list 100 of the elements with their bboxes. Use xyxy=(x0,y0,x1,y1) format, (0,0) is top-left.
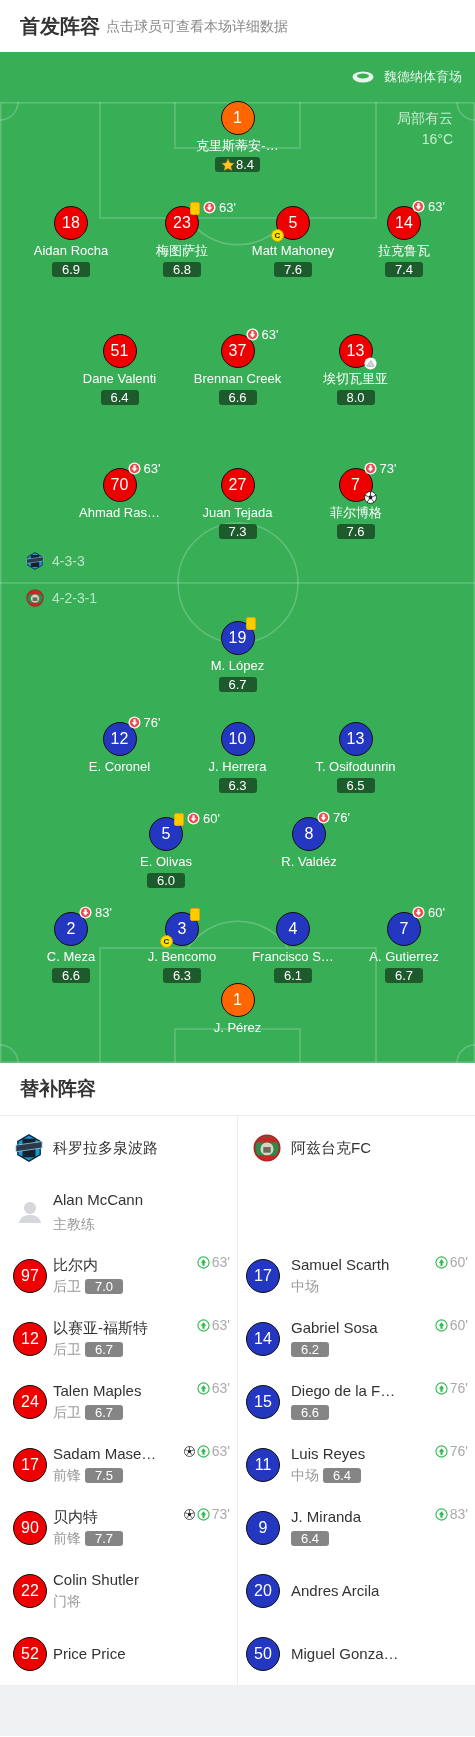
player-rating: 6.3 xyxy=(163,968,201,983)
player-position: 中场 xyxy=(291,1279,319,1293)
player-number[interactable]: 12 xyxy=(13,1321,47,1356)
player-marker[interactable]: 4 xyxy=(276,912,310,946)
star-icon xyxy=(220,157,235,172)
team-logo xyxy=(26,589,44,607)
substitution-minute: 63' xyxy=(143,462,161,475)
player-rating: 6.7 xyxy=(85,1341,123,1357)
player-name: Aidan Rocha xyxy=(33,243,109,259)
player-marker[interactable]: 5 xyxy=(149,817,183,851)
player-number[interactable]: 15 xyxy=(246,1384,280,1419)
substitution-in-icon xyxy=(196,1255,210,1269)
team-name: 科罗拉多泉波路 xyxy=(53,1137,158,1158)
player-marker[interactable]: 19 xyxy=(220,621,255,655)
team-name: 阿兹台克FC xyxy=(291,1137,371,1158)
player-name: Luis Reyes xyxy=(291,1445,366,1463)
player-number[interactable]: 22 xyxy=(13,1573,47,1608)
player-name: M. López xyxy=(210,658,265,674)
player-number[interactable]: 14 xyxy=(246,1321,280,1356)
player-rating: 6.6 xyxy=(52,968,90,983)
player-position: 中场 xyxy=(291,1468,319,1482)
team-logo xyxy=(15,1134,43,1162)
coach-name: Alan McCann xyxy=(53,1191,144,1209)
player-number[interactable]: 97 xyxy=(13,1258,47,1293)
player-marker[interactable]: 1 xyxy=(220,983,255,1017)
player-name: Ahmad Ras… xyxy=(79,505,160,521)
player-rating: 6.6 xyxy=(218,390,257,405)
substitution-minute: 76' xyxy=(449,1444,468,1458)
captain-badge: C xyxy=(271,229,284,242)
player-position: 前锋 xyxy=(53,1531,81,1545)
player-marker[interactable]: 37 xyxy=(220,334,255,368)
player-rating: 6.0 xyxy=(147,873,185,888)
player-marker[interactable]: 13 xyxy=(338,722,373,756)
player-marker[interactable]: 23 xyxy=(165,206,199,240)
player-name: Matt Mahoney xyxy=(251,243,335,259)
player-number[interactable]: 17 xyxy=(13,1447,47,1482)
player-marker[interactable]: 7 xyxy=(387,912,421,946)
player-number[interactable]: 24 xyxy=(13,1384,47,1419)
player-position: 后卫 xyxy=(53,1342,81,1356)
player-number[interactable]: 11 xyxy=(246,1447,280,1482)
player-number[interactable]: 17 xyxy=(246,1258,280,1293)
player-name: 克里斯蒂安-… xyxy=(196,138,279,154)
player-name: Andres Arcila xyxy=(291,1581,380,1600)
player-number[interactable]: 9 xyxy=(246,1510,280,1545)
player-number[interactable]: 52 xyxy=(13,1636,47,1671)
substitution-minute: 63' xyxy=(261,328,279,341)
player-marker[interactable]: 10 xyxy=(220,722,255,756)
player-name: Samuel Scarth xyxy=(291,1256,390,1274)
player-name: Talen Maples xyxy=(53,1382,142,1400)
weather: 局部有云 xyxy=(397,109,453,127)
player-marker[interactable]: 12 xyxy=(102,722,137,756)
player-rating: 6.7 xyxy=(85,1404,123,1420)
player-name: T. Osifodunrin xyxy=(315,759,396,775)
player-marker[interactable]: 1 xyxy=(220,101,255,135)
player-rating: 8.0 xyxy=(336,390,375,405)
player-name: 拉克鲁瓦 xyxy=(378,243,430,259)
substitution-out-icon xyxy=(79,906,92,919)
substitution-out-icon xyxy=(412,200,425,213)
player-rating: 6.7 xyxy=(385,968,423,983)
player-rating: 7.0 xyxy=(85,1278,123,1294)
player-marker[interactable]: 51 xyxy=(102,334,137,368)
player-marker[interactable]: 8 xyxy=(292,817,326,851)
player-marker[interactable]: 2 xyxy=(54,912,88,946)
player-rating: 7.7 xyxy=(85,1530,123,1546)
substitution-in-icon xyxy=(434,1381,448,1395)
player-name: 埃切瓦里亚 xyxy=(323,371,388,387)
player-rating: 6.2 xyxy=(291,1341,329,1357)
player-marker[interactable]: 13 xyxy=(338,334,373,368)
player-name: Colin Shutler xyxy=(53,1571,139,1589)
player-number[interactable]: 90 xyxy=(13,1510,47,1545)
substitution-out-icon xyxy=(127,716,141,729)
substitution-minute: 63' xyxy=(211,1381,230,1395)
player-number[interactable]: 20 xyxy=(246,1573,280,1608)
substitution-in-icon xyxy=(196,1318,210,1332)
player-name: C. Meza xyxy=(46,949,96,965)
player-rating: 6.4 xyxy=(291,1530,329,1546)
player-marker[interactable]: 14 xyxy=(387,206,421,240)
section-title: 替补阵容 xyxy=(20,1076,96,1101)
player-marker[interactable]: 7 xyxy=(338,468,373,502)
player-name: J. Bencomo xyxy=(147,949,217,965)
substitution-minute: 60' xyxy=(428,906,445,919)
player-position: 门将 xyxy=(53,1594,81,1608)
player-marker[interactable]: 70 xyxy=(102,468,137,502)
player-name: Brennan Creek xyxy=(193,371,282,387)
player-marker[interactable]: 27 xyxy=(220,468,255,502)
substitution-out-icon xyxy=(412,906,425,919)
football-icon xyxy=(363,491,377,504)
person-avatar-icon xyxy=(17,1199,43,1225)
substitution-minute: 76' xyxy=(143,716,161,729)
player-number[interactable]: 50 xyxy=(246,1636,280,1671)
player-name: Sadam Mase… xyxy=(53,1445,157,1463)
player-position: 后卫 xyxy=(53,1405,81,1419)
substitution-out-icon xyxy=(245,328,259,341)
player-name: Miguel Gonza… xyxy=(291,1644,399,1663)
player-name: 以赛亚-福斯特 xyxy=(53,1319,148,1337)
booking-card-icon xyxy=(190,202,200,215)
formation-label: 4-3-3 xyxy=(52,551,85,571)
player-marker[interactable]: 18 xyxy=(54,206,88,240)
stadium-name: 魏德纳体育场 xyxy=(384,68,462,87)
substitution-minute: 63' xyxy=(211,1318,230,1332)
